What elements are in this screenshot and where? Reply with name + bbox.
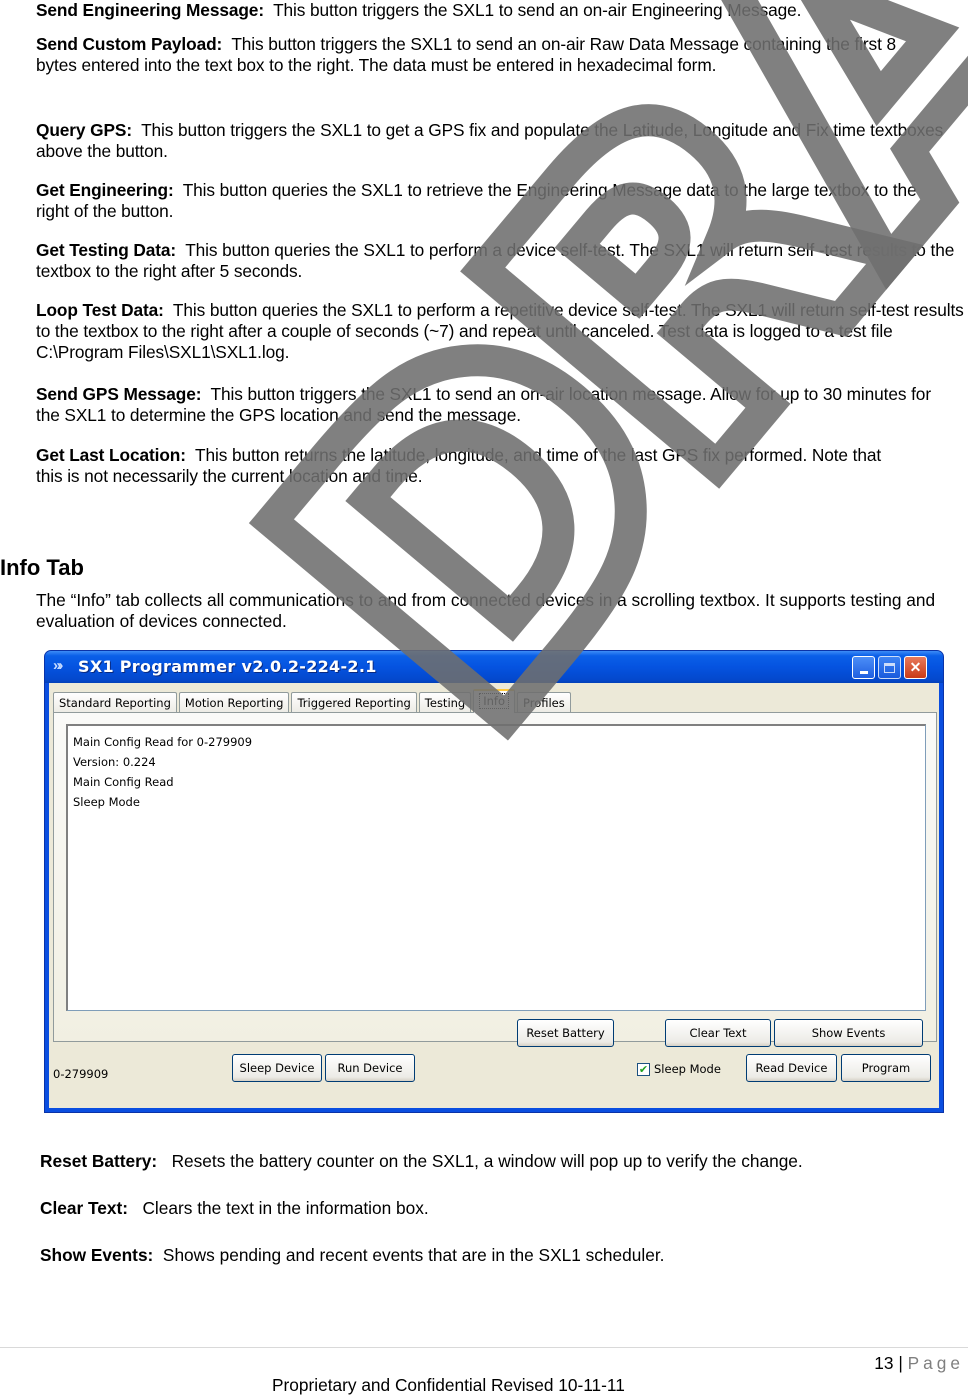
desc-reset-battery: Reset Battery: Resets the battery counte… [40,1151,803,1172]
tab-info[interactable]: Info [473,689,515,713]
desc-show-events: Show Events: Shows pending and recent ev… [40,1245,664,1266]
desc-get-engineering: Get Engineering: This button queries the… [36,180,936,222]
log-line: Version: 0.224 [73,755,156,769]
device-id: 0-279909 [53,1067,109,1081]
tab-label: Standard Reporting [59,696,171,710]
maximize-icon [884,662,895,673]
clear-text-button[interactable]: Clear Text [665,1019,771,1047]
minimize-button[interactable] [852,656,875,679]
tab-label: Profiles [523,696,565,710]
show-events-button[interactable]: Show Events [774,1019,923,1047]
tab-triggered-reporting[interactable]: Triggered Reporting [291,692,417,713]
status-bar: 0-279909 Sleep Device Run Device ✔ Sleep… [49,1045,939,1108]
page-number: 13 | Page [874,1353,964,1374]
section-heading: Info Tab [0,555,84,580]
desc-text: Clears the text in the information box. [142,1198,429,1218]
title-bar[interactable]: »› SX1 Programmer v2.0.2-224-2.1 ✕ [45,651,943,683]
sleep-device-button[interactable]: Sleep Device [232,1054,322,1082]
desc-loop-test-data: Loop Test Data: This button queries the … [36,300,968,363]
desc-get-last-location: Get Last Location: This button returns t… [36,445,886,487]
tab-testing[interactable]: Testing [418,692,472,713]
program-button[interactable]: Program [841,1054,931,1082]
tab-motion-reporting[interactable]: Motion Reporting [178,692,290,713]
desc-text: This button queries the SXL1 to perform … [36,300,964,362]
close-icon: ✕ [909,659,922,675]
log-line: Sleep Mode [73,795,140,809]
tab-strip: Standard Reporting Motion Reporting Trig… [53,689,573,713]
reset-battery-button[interactable]: Reset Battery [517,1019,614,1047]
app-window: »› SX1 Programmer v2.0.2-224-2.1 ✕ Stand… [44,650,944,1113]
window-client: Standard Reporting Motion Reporting Trig… [49,683,939,1108]
desc-text: This button triggers the SXL1 to get a G… [36,120,944,161]
sleep-mode-label: Sleep Mode [654,1062,721,1076]
tab-label: Triggered Reporting [297,696,411,710]
desc-label: Send Custom Payload: [36,34,223,54]
desc-label: Loop Test Data: [36,300,164,320]
footer-divider [0,1347,968,1348]
desc-clear-text: Clear Text: Clears the text in the infor… [40,1198,429,1219]
maximize-button[interactable] [878,656,901,679]
desc-get-testing-data: Get Testing Data: This button queries th… [36,240,961,282]
tab-label: Info [479,693,509,709]
desc-text: This button triggers the SXL1 to send an… [273,0,802,20]
log-line: Main Config Read [73,775,174,789]
close-button[interactable]: ✕ [904,656,927,679]
info-log-textbox[interactable]: Main Config Read for 0-279909 Version: 0… [66,724,926,1011]
tab-profiles[interactable]: Profiles [517,692,571,713]
checkmark-icon: ✔ [637,1062,650,1076]
page-word: Page [907,1353,964,1373]
desc-label: Send Engineering Message: [36,0,264,20]
desc-label: Reset Battery: [40,1151,158,1171]
desc-send-custom-payload: Send Custom Payload: This button trigger… [36,34,906,76]
window-title: SX1 Programmer v2.0.2-224-2.1 [78,657,377,676]
read-device-button[interactable]: Read Device [746,1054,837,1082]
info-tab-panel: Main Config Read for 0-279909 Version: 0… [53,712,937,1047]
desc-label: Get Testing Data: [36,240,177,260]
log-line: Main Config Read for 0-279909 [73,735,253,749]
page-separator: | [898,1353,903,1373]
run-device-button[interactable]: Run Device [325,1054,415,1082]
desc-send-gps-message: Send GPS Message: This button triggers t… [36,384,951,426]
desc-label: Send GPS Message: [36,384,202,404]
desc-label: Get Engineering: [36,180,174,200]
tab-label: Motion Reporting [184,696,284,710]
tab-standard-reporting[interactable]: Standard Reporting [53,692,177,713]
tab-label: Testing [424,696,466,710]
desc-send-engineering-message: Send Engineering Message: This button tr… [36,0,968,21]
desc-text: Shows pending and recent events that are… [162,1245,665,1265]
page-number-value: 13 [874,1353,894,1373]
desc-text: Resets the battery counter on the SXL1, … [171,1151,803,1171]
app-chevrons-icon: »› [53,657,63,674]
desc-label: Show Events: [40,1245,154,1265]
section-intro: The “Info” tab collects all communicatio… [36,590,936,631]
sleep-mode-checkbox[interactable]: ✔ Sleep Mode [637,1062,721,1076]
minimize-icon [859,670,868,674]
desc-label: Query GPS: [36,120,132,140]
desc-label: Get Last Location: [36,445,186,465]
footer-confidential: Proprietary and Confidential Revised 10-… [272,1375,625,1395]
desc-label: Clear Text: [40,1198,129,1218]
desc-query-gps: Query GPS: This button triggers the SXL1… [36,120,968,162]
